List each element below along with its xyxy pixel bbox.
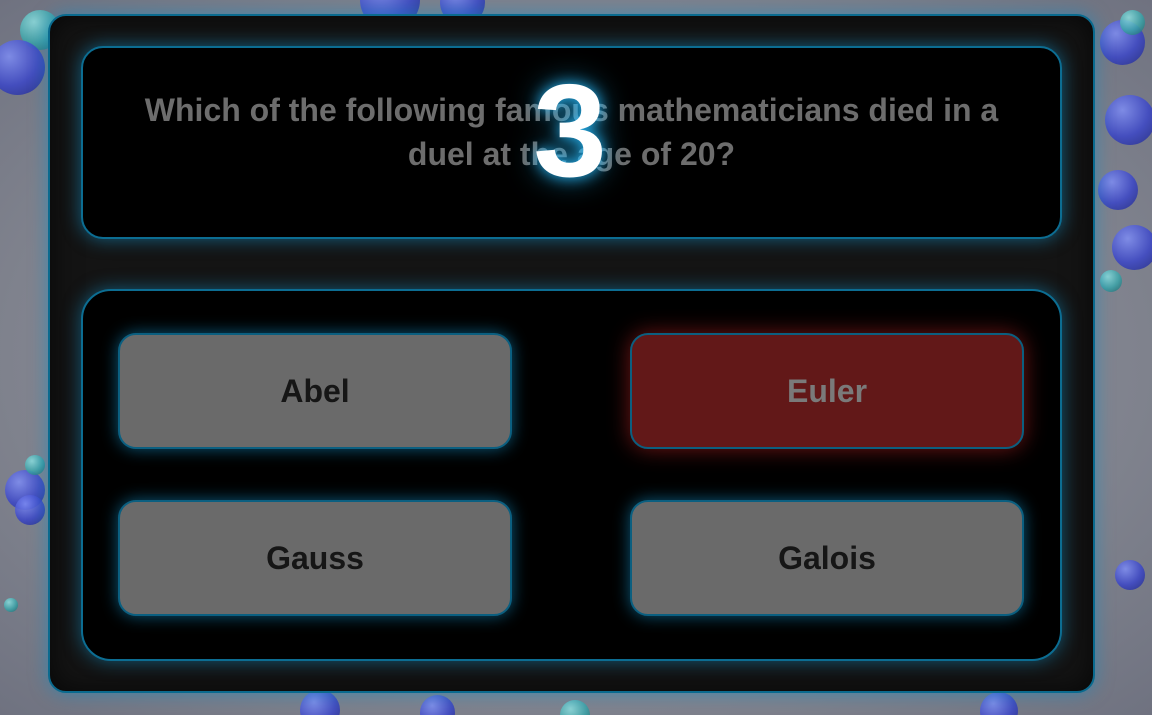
answer-button-abel[interactable]: Abel: [118, 333, 512, 449]
countdown-timer: 3: [533, 57, 607, 204]
answer-button-euler[interactable]: Euler: [630, 333, 1024, 449]
answer-button-gauss[interactable]: Gauss: [118, 500, 512, 616]
answer-button-galois[interactable]: Galois: [630, 500, 1024, 616]
